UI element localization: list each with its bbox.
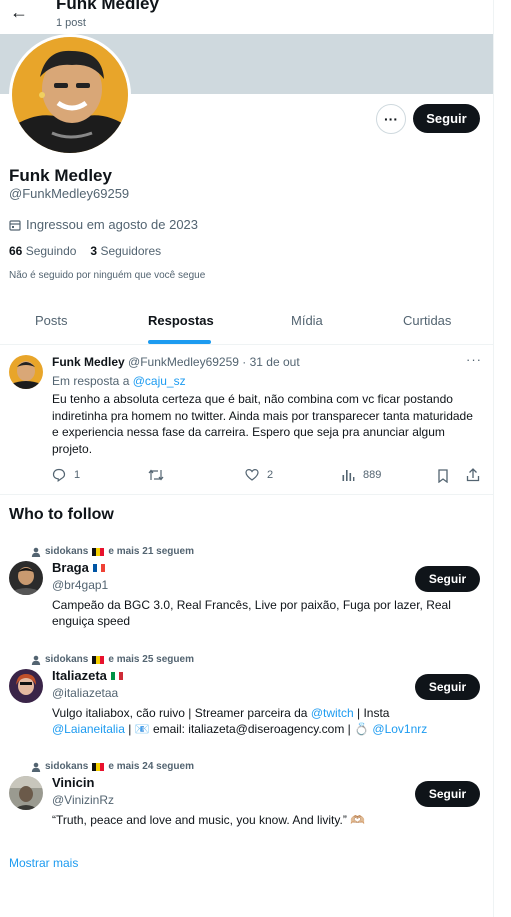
- followers-link[interactable]: 3 Seguidores: [90, 244, 161, 258]
- social-context-suffix: e mais 25 seguem: [108, 654, 194, 665]
- header-post-count: 1 post: [56, 17, 86, 29]
- bio-mention-link[interactable]: @Lov1nrz: [372, 722, 427, 736]
- social-context-name[interactable]: sidokans: [45, 761, 88, 772]
- repost-action[interactable]: [148, 468, 172, 482]
- post-header: Funk Medley @FunkMedley69259 · 31 de out: [52, 355, 300, 369]
- arrow-left-icon[interactable]: ←: [10, 2, 28, 23]
- suggestion-bio: Vulgo italiabox, cão ruivo | Streamer pa…: [52, 705, 482, 737]
- following-count: 66: [9, 244, 23, 258]
- suggestion-card[interactable]: sidokans e mais 24 seguem Vinicin @Viniz…: [0, 761, 493, 851]
- suggestion-name[interactable]: Braga: [52, 560, 105, 575]
- tab-media[interactable]: Mídia: [291, 313, 323, 328]
- following-label: Seguindo: [25, 244, 77, 258]
- post-avatar[interactable]: [9, 355, 43, 389]
- like-count: 2: [267, 469, 274, 481]
- column-divider: [493, 0, 494, 917]
- views-count: 889: [363, 469, 382, 481]
- suggestion-follow-button[interactable]: Seguir: [415, 781, 480, 807]
- france-flag-icon: [92, 563, 105, 572]
- belgium-flag-icon: [92, 762, 105, 771]
- bio-text: | 📧 email: italiazeta@diseroagency.com |…: [124, 722, 373, 736]
- person-icon: [31, 655, 41, 665]
- social-context: sidokans e mais 25 seguem: [31, 654, 194, 665]
- reply-to-link[interactable]: @caju_sz: [133, 374, 186, 388]
- post-author-handle[interactable]: @FunkMedley69259: [128, 355, 239, 369]
- bookmark-icon[interactable]: [437, 469, 449, 483]
- suggestion-bio: “Truth, peace and love and music, you kn…: [52, 813, 366, 827]
- more-options-button[interactable]: ···: [376, 104, 406, 134]
- suggestion-handle[interactable]: @VinizinRz: [52, 793, 114, 807]
- follow-button[interactable]: Seguir: [413, 104, 480, 133]
- bio-mention-link[interactable]: @Laianeitalia: [52, 722, 125, 736]
- social-context-suffix: e mais 21 seguem: [108, 546, 194, 557]
- italy-flag-icon: [110, 671, 123, 680]
- belgium-flag-icon: [92, 547, 105, 556]
- social-context: sidokans e mais 24 seguem: [31, 761, 194, 772]
- suggestion-follow-button[interactable]: Seguir: [415, 674, 480, 700]
- suggestion-name[interactable]: Italiazeta: [52, 668, 123, 683]
- suggestion-card[interactable]: sidokans e mais 21 seguem Braga @br4gap1…: [0, 546, 493, 646]
- social-context-name[interactable]: sidokans: [45, 546, 88, 557]
- followers-label: Seguidores: [100, 244, 162, 258]
- suggestion-name-text: Braga: [52, 560, 89, 575]
- social-context-name[interactable]: sidokans: [45, 654, 88, 665]
- share-icon[interactable]: [466, 468, 480, 482]
- belgium-flag-icon: [92, 655, 105, 664]
- suggestion-name-text: Vinicin: [52, 775, 95, 790]
- mutual-followers-note: Não é seguido por ninguém que você segue: [9, 270, 206, 281]
- suggestion-bio: Campeão da BGC 3.0, Real Francês, Live p…: [52, 598, 451, 628]
- following-link[interactable]: 66 Seguindo: [9, 244, 76, 258]
- suggestion-avatar[interactable]: [9, 561, 43, 595]
- suggestion-avatar[interactable]: [9, 669, 43, 703]
- social-context: sidokans e mais 21 seguem: [31, 546, 194, 557]
- follow-stats: 66 Seguindo 3 Seguidores: [9, 244, 161, 258]
- social-context-suffix: e mais 24 seguem: [108, 761, 194, 772]
- post-author-name[interactable]: Funk Medley: [52, 355, 125, 369]
- tab-likes[interactable]: Curtidas: [403, 313, 451, 328]
- post-actions: 1 2 889: [52, 468, 488, 486]
- suggestion-name[interactable]: Vinicin: [52, 775, 94, 790]
- heart-icon: [245, 468, 259, 481]
- suggestion-avatar[interactable]: [9, 776, 43, 810]
- suggestion-name-text: Italiazeta: [52, 668, 107, 683]
- views-chart-icon: [342, 470, 355, 481]
- suggestion-handle[interactable]: @br4gap1: [52, 578, 108, 592]
- like-action[interactable]: 2: [245, 468, 273, 482]
- bio-text: | Insta: [353, 706, 390, 720]
- person-icon: [31, 547, 41, 557]
- suggestion-follow-button[interactable]: Seguir: [415, 566, 480, 592]
- header-title: Funk Medley: [56, 0, 159, 13]
- repost-icon: [148, 469, 164, 481]
- followers-count: 3: [90, 244, 98, 258]
- reply-icon: [52, 468, 66, 482]
- views-action[interactable]: 889: [341, 468, 381, 482]
- top-bar: ← Funk Medley 1 post: [0, 0, 493, 34]
- reply-prefix: Em resposta a: [52, 374, 130, 388]
- bio-mention-link[interactable]: @twitch: [311, 706, 354, 720]
- profile-handle: @FunkMedley69259: [9, 186, 130, 201]
- reply-count: 1: [74, 469, 81, 481]
- reply-context: Em resposta a @caju_sz: [52, 374, 186, 388]
- reply-action[interactable]: 1: [52, 468, 80, 482]
- who-to-follow-title: Who to follow: [9, 506, 114, 523]
- person-icon: [31, 762, 41, 772]
- post-text: Eu tenho a absoluta certeza que é bait, …: [52, 392, 473, 456]
- reply-post[interactable]: Funk Medley @FunkMedley69259 · 31 de out…: [0, 345, 493, 495]
- active-tab-indicator: [148, 340, 211, 344]
- suggestion-card[interactable]: sidokans e mais 25 seguem Italiazeta @it…: [0, 654, 493, 754]
- profile-avatar[interactable]: [9, 34, 131, 156]
- post-date[interactable]: · 31 de out: [242, 355, 299, 369]
- calendar-icon: [9, 219, 21, 231]
- tab-replies[interactable]: Respostas: [148, 313, 214, 328]
- profile-display-name: Funk Medley: [9, 166, 112, 185]
- joined-text: Ingressou em agosto de 2023: [26, 217, 199, 232]
- show-more-link[interactable]: Mostrar mais: [9, 856, 78, 870]
- bio-text: Vulgo italiabox, cão ruivo | Streamer pa…: [52, 706, 311, 720]
- suggestion-handle[interactable]: @italiazetaa: [52, 686, 118, 700]
- joined-date: Ingressou em agosto de 2023: [9, 217, 198, 232]
- tab-posts[interactable]: Posts: [35, 313, 68, 328]
- profile-tabs: Posts Respostas Mídia Curtidas: [0, 306, 493, 345]
- post-more-icon[interactable]: ···: [466, 352, 482, 367]
